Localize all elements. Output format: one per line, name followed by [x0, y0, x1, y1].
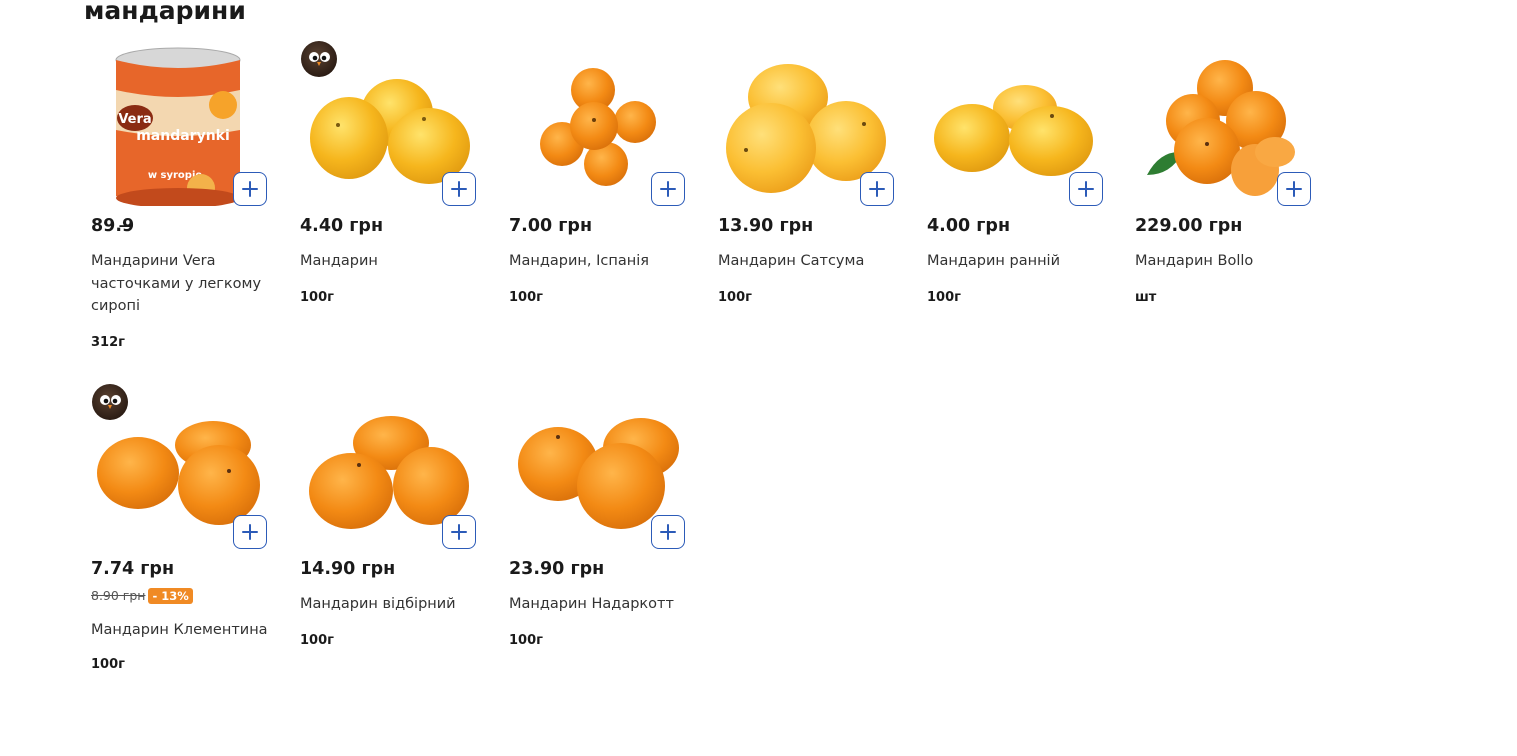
add-to-cart-button[interactable]	[233, 515, 267, 549]
plus-icon	[660, 524, 676, 540]
product-name[interactable]: Мандарин	[300, 250, 490, 273]
plus-icon	[660, 181, 676, 197]
product-weight: 100г	[509, 633, 543, 648]
product-price: 229.00 грн	[1135, 216, 1243, 236]
svg-text:Vera: Vera	[118, 112, 151, 127]
plus-icon	[242, 181, 258, 197]
product-name[interactable]: Мандарин Bollo	[1135, 250, 1325, 273]
product-image[interactable]: Vera mandarynki w syropie	[91, 30, 281, 206]
product-card-select[interactable]: 14.90 грн Мандарин відбірний 100г	[300, 373, 490, 648]
product-name[interactable]: Мандарин Клементина	[91, 619, 281, 642]
product-price: 4.40 грн	[300, 216, 384, 236]
product-price: 89.9̶̶	[91, 216, 135, 236]
section-title: мандарини	[84, 0, 246, 25]
product-price: 13.90 грн	[718, 216, 814, 236]
product-name[interactable]: Мандарин ранній	[927, 250, 1117, 273]
plus-icon	[451, 181, 467, 197]
product-card-early[interactable]: 4.00 грн Мандарин ранній 100г	[927, 30, 1117, 305]
product-weight: шт	[1135, 290, 1157, 305]
product-image[interactable]	[1135, 30, 1325, 206]
add-to-cart-button[interactable]	[442, 515, 476, 549]
product-weight: 100г	[300, 633, 334, 648]
product-card-clementine[interactable]: 7.74 грн 8.90 грн - 13% Мандарин Клементи…	[91, 373, 281, 672]
plus-icon	[869, 181, 885, 197]
product-price: 7.74 грн	[91, 559, 175, 579]
product-name[interactable]: Мандарин, Іспанія	[509, 250, 699, 273]
add-to-cart-button[interactable]	[1277, 172, 1311, 206]
product-name[interactable]: Мандарин Надаркотт	[509, 593, 699, 616]
add-to-cart-button[interactable]	[442, 172, 476, 206]
product-image[interactable]	[300, 30, 490, 206]
add-to-cart-button[interactable]	[860, 172, 894, 206]
old-price-row: 8.90 грн - 13%	[91, 588, 193, 604]
product-price: 4.00 грн	[927, 216, 1011, 236]
old-price: 8.90 грн	[91, 588, 146, 603]
product-image[interactable]	[509, 30, 699, 206]
mascot-badge-icon	[301, 41, 337, 77]
plus-icon	[451, 524, 467, 540]
product-weight: 100г	[300, 290, 334, 305]
product-price: 23.90 грн	[509, 559, 605, 579]
product-name[interactable]: Мандарин відбірний	[300, 593, 490, 616]
mascot-badge-icon	[92, 384, 128, 420]
add-to-cart-button[interactable]	[233, 172, 267, 206]
product-price: 7.00 грн	[509, 216, 593, 236]
discount-badge: - 13%	[148, 588, 193, 604]
product-weight: 100г	[91, 657, 125, 672]
plus-icon	[242, 524, 258, 540]
product-card-mandarin[interactable]: 4.40 грн Мандарин 100г	[300, 30, 490, 305]
product-weight: 100г	[509, 290, 543, 305]
product-card-mandarin-spain[interactable]: 7.00 грн Мандарин, Іспанія 100г	[509, 30, 699, 305]
product-card-bollo[interactable]: 229.00 грн Мандарин Bollo шт	[1135, 30, 1325, 305]
add-to-cart-button[interactable]	[651, 515, 685, 549]
add-to-cart-button[interactable]	[1069, 172, 1103, 206]
product-weight: 312г	[91, 335, 125, 350]
product-image[interactable]	[718, 30, 908, 206]
product-image[interactable]	[509, 373, 699, 549]
product-price: 14.90 грн	[300, 559, 396, 579]
product-card-nadorcott[interactable]: 23.90 грн Мандарин Надаркотт 100г	[509, 373, 699, 648]
product-image[interactable]	[927, 30, 1117, 206]
product-card-satsuma[interactable]: 13.90 грн Мандарин Сатсума 100г	[718, 30, 908, 305]
product-name[interactable]: Мандарин Сатсума	[718, 250, 908, 273]
product-name[interactable]: Мандарини Vera часточками у легкому сиро…	[91, 250, 271, 318]
product-weight: 100г	[718, 290, 752, 305]
svg-text:mandarynki: mandarynki	[136, 128, 230, 144]
add-to-cart-button[interactable]	[651, 172, 685, 206]
plus-icon	[1286, 181, 1302, 197]
product-card-vera[interactable]: Vera mandarynki w syropie 89.9̶̶ Мандари…	[91, 30, 281, 350]
product-weight: 100г	[927, 290, 961, 305]
plus-icon	[1078, 181, 1094, 197]
product-image[interactable]	[91, 373, 281, 549]
product-image[interactable]	[300, 373, 490, 549]
